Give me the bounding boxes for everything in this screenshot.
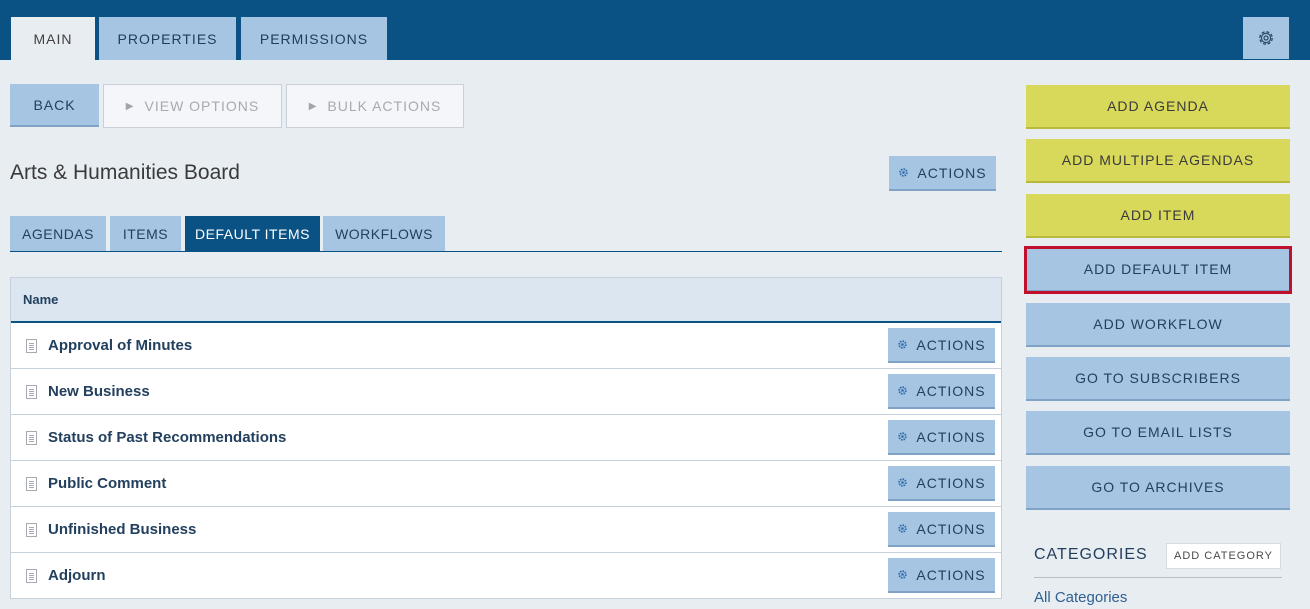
gear-icon	[898, 570, 908, 579]
row-actions-label: ACTIONS	[916, 566, 986, 583]
tab-workflows[interactable]: WORKFLOWS	[323, 216, 445, 252]
table-row: Adjourn ACTIONS	[11, 553, 1001, 599]
tab-permissions[interactable]: PERMISSIONS	[241, 17, 387, 60]
tab-default-items[interactable]: DEFAULT ITEMS	[185, 216, 320, 252]
row-actions-label: ACTIONS	[916, 474, 986, 491]
item-name-link[interactable]: Adjourn	[48, 567, 106, 584]
row-actions-button[interactable]: ACTIONS	[888, 512, 995, 547]
tab-items[interactable]: ITEMS	[110, 216, 181, 252]
back-button[interactable]: BACK	[10, 84, 99, 127]
item-name-link[interactable]: Public Comment	[48, 475, 166, 492]
row-actions-label: ACTIONS	[916, 336, 986, 353]
board-actions-button[interactable]: ACTIONS	[889, 156, 996, 191]
row-actions-button[interactable]: ACTIONS	[888, 558, 995, 593]
board-actions-label: ACTIONS	[917, 164, 987, 181]
table-row: New Business ACTIONS	[11, 369, 1001, 415]
add-item-button[interactable]: ADD ITEM	[1026, 194, 1290, 238]
item-name-link[interactable]: Approval of Minutes	[48, 337, 192, 354]
bulk-actions-button[interactable]: ▶ BULK ACTIONS	[286, 84, 464, 128]
add-workflow-button[interactable]: ADD WORKFLOW	[1026, 303, 1290, 347]
gear-icon	[898, 340, 908, 349]
view-options-button[interactable]: ▶ VIEW OPTIONS	[103, 84, 282, 128]
default-items-table: Name Approval of Minutes ACTIONS New Busin…	[10, 277, 1002, 599]
table-row: Unfinished Business ACTIONS	[11, 507, 1001, 553]
document-icon	[26, 385, 37, 399]
add-agenda-button[interactable]: ADD AGENDA	[1026, 85, 1290, 129]
bulk-actions-label: BULK ACTIONS	[327, 98, 442, 114]
view-options-label: VIEW OPTIONS	[144, 98, 260, 114]
go-to-archives-button[interactable]: GO TO ARCHIVES	[1026, 466, 1290, 510]
row-actions-label: ACTIONS	[916, 520, 986, 537]
row-actions-button[interactable]: ACTIONS	[888, 420, 995, 455]
gear-icon	[1259, 31, 1273, 45]
categories-divider	[1034, 577, 1282, 578]
add-default-item-button[interactable]: ADD DEFAULT ITEM	[1024, 246, 1292, 294]
document-icon	[26, 569, 37, 583]
row-actions-label: ACTIONS	[916, 428, 986, 445]
go-to-subscribers-button[interactable]: GO TO SUBSCRIBERS	[1026, 357, 1290, 401]
table-row: Status of Past Recommendations ACTIONS	[11, 415, 1001, 461]
row-actions-label: ACTIONS	[916, 382, 986, 399]
tab-properties[interactable]: PROPERTIES	[99, 17, 236, 60]
document-icon	[26, 339, 37, 353]
gear-icon	[898, 524, 908, 533]
document-icon	[26, 523, 37, 537]
gear-icon	[898, 478, 908, 487]
go-to-email-lists-button[interactable]: GO TO EMAIL LISTS	[1026, 411, 1290, 455]
tab-divider	[10, 251, 1002, 252]
settings-button[interactable]	[1243, 17, 1289, 59]
gear-icon	[898, 432, 908, 441]
row-actions-button[interactable]: ACTIONS	[888, 374, 995, 409]
table-row: Public Comment ACTIONS	[11, 461, 1001, 507]
table-row: Approval of Minutes ACTIONS	[11, 323, 1001, 369]
item-name-link[interactable]: Unfinished Business	[48, 521, 196, 538]
gear-icon	[899, 168, 909, 177]
all-categories-link[interactable]: All Categories	[1034, 589, 1127, 606]
categories-title: CATEGORIES	[1034, 546, 1148, 563]
play-triangle-icon: ▶	[125, 100, 135, 112]
row-actions-button[interactable]: ACTIONS	[888, 328, 995, 363]
item-name-link[interactable]: New Business	[48, 383, 150, 400]
gear-icon	[898, 386, 908, 395]
document-icon	[26, 431, 37, 445]
page-title: Arts & Humanities Board	[10, 161, 240, 184]
row-actions-button[interactable]: ACTIONS	[888, 466, 995, 501]
play-triangle-icon: ▶	[308, 100, 318, 112]
column-header-name[interactable]: Name	[11, 278, 1001, 323]
item-name-link[interactable]: Status of Past Recommendations	[48, 429, 286, 446]
add-multiple-agendas-button[interactable]: ADD MULTIPLE AGENDAS	[1026, 139, 1290, 183]
document-icon	[26, 477, 37, 491]
add-category-button[interactable]: ADD CATEGORY	[1166, 543, 1281, 569]
tab-agendas[interactable]: AGENDAS	[10, 216, 106, 252]
tab-main[interactable]: MAIN	[11, 17, 95, 60]
